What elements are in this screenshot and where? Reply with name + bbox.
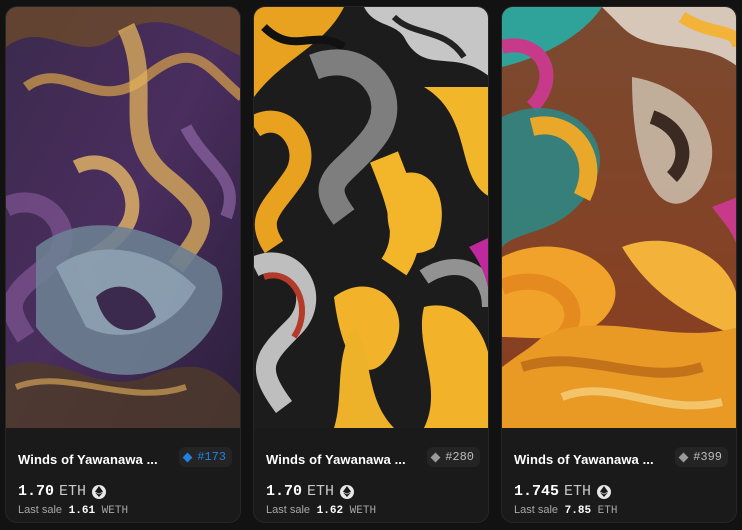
token-badge: #280: [427, 447, 480, 467]
token-id: #399: [693, 450, 722, 464]
rarity-diamond-icon: [182, 452, 193, 462]
nft-name[interactable]: Winds of Yawanawa ...: [514, 452, 662, 467]
last-sale: Last sale 1.61 WETH: [18, 504, 128, 517]
nft-artwork[interactable]: [6, 7, 240, 428]
price: 1.70 ETH: [18, 483, 107, 500]
last-sale-value: 1.61: [68, 505, 96, 517]
price-currency: ETH: [59, 483, 87, 500]
last-sale-value: 7.85: [564, 505, 592, 517]
token-badge: #399: [675, 447, 728, 467]
nft-card-info: Winds of Yawanawa ... #280 1.70 ETH Last…: [254, 428, 488, 522]
last-sale-label: Last sale: [514, 504, 559, 516]
last-sale-label: Last sale: [266, 504, 311, 516]
last-sale: Last sale 7.85 ETH: [514, 504, 617, 517]
token-id: #280: [445, 450, 474, 464]
price-currency: ETH: [307, 483, 335, 500]
last-sale-currency: WETH: [101, 505, 129, 517]
price-amount: 1.70: [18, 483, 55, 500]
last-sale-currency: ETH: [597, 505, 618, 517]
price: 1.70 ETH: [266, 483, 355, 500]
price-currency: ETH: [564, 483, 592, 500]
last-sale-value: 1.62: [316, 505, 344, 517]
last-sale-label: Last sale: [18, 504, 63, 516]
nft-name[interactable]: Winds of Yawanawa ...: [18, 452, 166, 467]
last-sale: Last sale 1.62 WETH: [266, 504, 376, 517]
token-id: #173: [197, 450, 226, 464]
token-badge: #173: [179, 447, 232, 467]
nft-card[interactable]: Winds of Yawanawa ... #280 1.70 ETH Last…: [253, 6, 489, 523]
price-amount: 1.70: [266, 483, 303, 500]
nft-card[interactable]: Winds of Yawanawa ... #399 1.745 ETH Las…: [501, 6, 737, 523]
nft-name[interactable]: Winds of Yawanawa ...: [266, 452, 414, 467]
rarity-diamond-icon: [678, 452, 689, 462]
eth-icon: [340, 484, 355, 499]
price: 1.745 ETH: [514, 483, 612, 500]
last-sale-currency: WETH: [349, 505, 377, 517]
eth-icon: [92, 484, 107, 499]
rarity-diamond-icon: [430, 452, 441, 462]
nft-card-info: Winds of Yawanawa ... #399 1.745 ETH Las…: [502, 428, 736, 522]
nft-card-info: Winds of Yawanawa ... #173 1.70 ETH Last…: [6, 428, 240, 522]
nft-artwork[interactable]: [254, 7, 488, 428]
price-amount: 1.745: [514, 483, 560, 500]
nft-artwork[interactable]: [502, 7, 736, 428]
eth-icon: [597, 484, 612, 499]
nft-grid: Winds of Yawanawa ... #173 1.70 ETH Last…: [0, 0, 742, 530]
nft-card[interactable]: Winds of Yawanawa ... #173 1.70 ETH Last…: [5, 6, 241, 523]
